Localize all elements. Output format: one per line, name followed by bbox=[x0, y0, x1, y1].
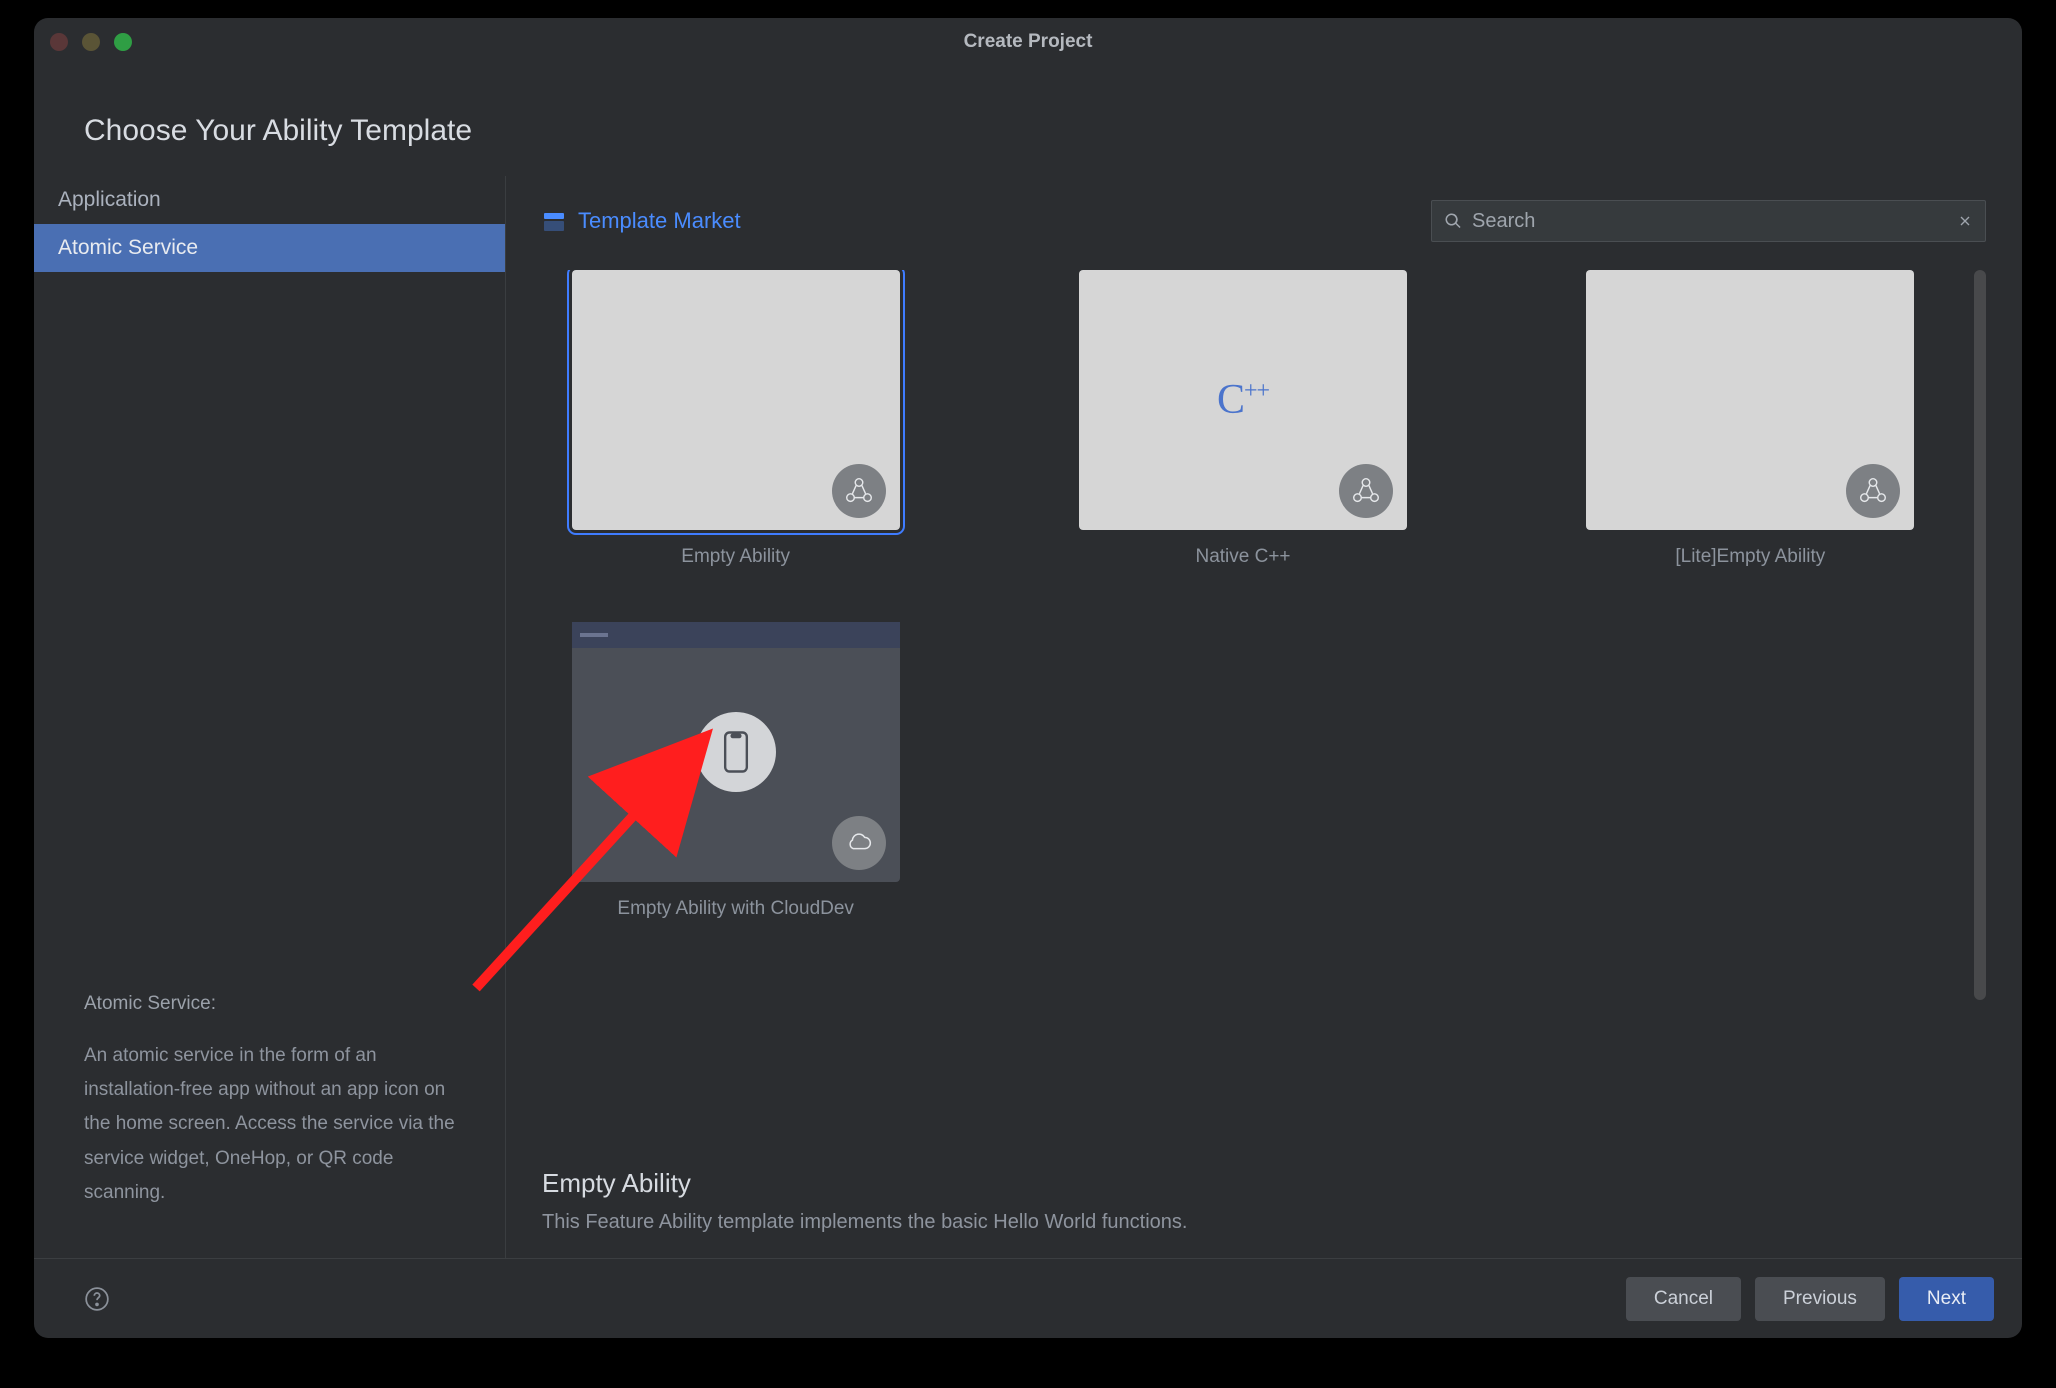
cpp-icon: C++ bbox=[1217, 376, 1269, 424]
main-header: Template Market bbox=[542, 200, 1986, 242]
template-label: Empty Ability with CloudDev bbox=[617, 898, 854, 920]
footer: Cancel Previous Next bbox=[34, 1258, 2022, 1338]
search-icon bbox=[1444, 212, 1462, 230]
next-button[interactable]: Next bbox=[1899, 1277, 1994, 1321]
titlebar: Create Project bbox=[34, 18, 2022, 66]
clear-icon[interactable] bbox=[1957, 213, 1973, 229]
sidebar: Application Atomic Service Atomic Servic… bbox=[34, 176, 506, 1258]
template-thumb bbox=[572, 622, 900, 882]
template-card-native-cpp[interactable]: C++ Native C++ bbox=[1049, 270, 1436, 568]
body: Application Atomic Service Atomic Servic… bbox=[34, 176, 2022, 1258]
template-thumb bbox=[1586, 270, 1914, 530]
minimize-window-button[interactable] bbox=[82, 33, 100, 51]
template-label: Empty Ability bbox=[681, 546, 790, 568]
search-box[interactable] bbox=[1431, 200, 1986, 242]
template-market-link[interactable]: Template Market bbox=[578, 208, 741, 234]
template-grid-wrap: Empty Ability C++ bbox=[542, 270, 1986, 1132]
ability-badge-icon bbox=[1846, 464, 1900, 518]
template-thumb bbox=[572, 270, 900, 530]
previous-button[interactable]: Previous bbox=[1755, 1277, 1885, 1321]
template-grid: Empty Ability C++ bbox=[542, 270, 1986, 920]
template-description-panel: Empty Ability This Feature Ability templ… bbox=[542, 1132, 1986, 1234]
sidebar-description-body: An atomic service in the form of an inst… bbox=[84, 1039, 455, 1210]
template-label: Native C++ bbox=[1195, 546, 1290, 568]
close-window-button[interactable] bbox=[50, 33, 68, 51]
main-panel: Template Market bbox=[506, 176, 2022, 1258]
help-icon[interactable] bbox=[84, 1286, 110, 1312]
content: Choose Your Ability Template Application… bbox=[34, 66, 2022, 1338]
search-input[interactable] bbox=[1472, 210, 1957, 233]
window-title: Create Project bbox=[34, 31, 2022, 53]
sidebar-item-label: Atomic Service bbox=[58, 236, 198, 259]
sidebar-item-label: Application bbox=[58, 188, 161, 211]
sidebar-description-title: Atomic Service: bbox=[84, 987, 455, 1021]
page-title: Choose Your Ability Template bbox=[34, 66, 2022, 176]
maximize-window-button[interactable] bbox=[114, 33, 132, 51]
vertical-scrollbar[interactable] bbox=[1974, 270, 1986, 1000]
template-thumb: C++ bbox=[1079, 270, 1407, 530]
cloud-badge-icon bbox=[832, 816, 886, 870]
sidebar-item-atomic-service[interactable]: Atomic Service bbox=[34, 224, 505, 272]
template-card-empty-ability[interactable]: Empty Ability bbox=[542, 270, 929, 568]
template-card-empty-ability-clouddev[interactable]: Empty Ability with CloudDev bbox=[542, 622, 929, 920]
traffic-lights bbox=[50, 33, 132, 51]
template-market-icon bbox=[542, 209, 566, 233]
ability-badge-icon bbox=[832, 464, 886, 518]
ability-badge-icon bbox=[1339, 464, 1393, 518]
dialog-window: Create Project Choose Your Ability Templ… bbox=[34, 18, 2022, 1338]
selected-template-description: This Feature Ability template implements… bbox=[542, 1211, 1986, 1234]
template-card-lite-empty-ability[interactable]: [Lite]Empty Ability bbox=[1557, 270, 1944, 568]
phone-icon bbox=[696, 712, 776, 792]
template-label: [Lite]Empty Ability bbox=[1675, 546, 1825, 568]
cancel-button[interactable]: Cancel bbox=[1626, 1277, 1741, 1321]
sidebar-description: Atomic Service: An atomic service in the… bbox=[34, 987, 505, 1234]
selected-template-title: Empty Ability bbox=[542, 1168, 1986, 1199]
sidebar-item-application[interactable]: Application bbox=[34, 176, 505, 224]
